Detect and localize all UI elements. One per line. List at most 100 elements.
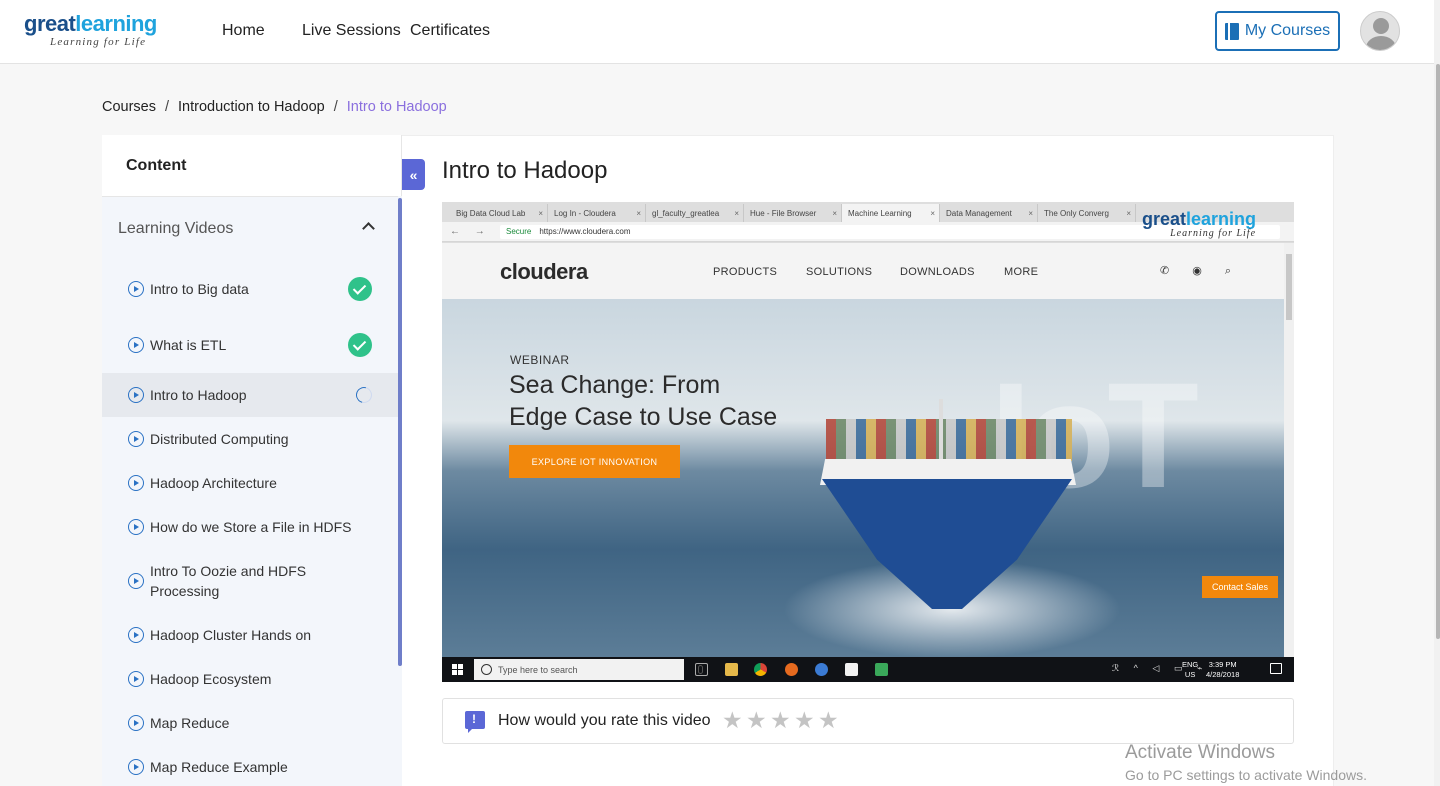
play-circle-icon [128, 431, 144, 447]
breadcrumb-courses[interactable]: Courses [102, 99, 156, 115]
progress-spinner-icon [353, 384, 375, 406]
page-scrollbar-thumb[interactable] [1436, 64, 1440, 639]
sidebar-item-intro-to-big-data[interactable]: Intro to Big data [102, 272, 398, 306]
chevron-up-icon[interactable] [362, 222, 375, 235]
star-5-icon[interactable]: ★ [818, 708, 839, 732]
sidebar-title: Content [126, 157, 187, 174]
logo-word-great: great [24, 11, 76, 36]
ship-containers [826, 419, 1072, 461]
play-circle-icon [128, 519, 144, 535]
recorded-tab: Hue - File Browser × [744, 204, 842, 222]
star-2-icon[interactable]: ★ [746, 708, 767, 732]
sidebar-item-distributed-computing[interactable]: Distributed Computing [102, 429, 398, 449]
breadcrumb-separator: / [333, 99, 338, 115]
nav-live-sessions[interactable]: Live Sessions [302, 22, 401, 40]
play-circle-icon [128, 759, 144, 775]
sidebar-item-hadoop-architecture[interactable]: Hadoop Architecture [102, 473, 398, 493]
video-watermark-logo: greatlearning Learning for Life [1142, 209, 1257, 239]
cloudera-logo: cloudera [500, 259, 588, 284]
sidebar-item-label: Distributed Computing [150, 431, 289, 447]
star-3-icon[interactable]: ★ [770, 708, 791, 732]
recorded-windows-taskbar: Type here to search ℛ ^ ◁ ▭ ⌁ ENG US 3:39… [442, 657, 1294, 682]
my-courses-label: My Courses [1244, 22, 1331, 39]
notes-icon [845, 663, 858, 676]
language-indicator: ENG US [1182, 660, 1199, 679]
site-header-icons: ✆ ◉ ⌕ [1160, 265, 1242, 277]
logo-word-learning: learning [75, 11, 157, 36]
breadcrumb: Courses / Introduction to Hadoop / Intro… [102, 99, 447, 115]
recorded-tab: The Only Converg × [1038, 204, 1136, 222]
nav-home[interactable]: Home [222, 22, 265, 40]
chrome-icon [754, 663, 767, 676]
sidebar-item-label: Intro To Oozie and HDFS Processing [150, 563, 307, 599]
hero-heading: Sea Change: From Edge Case to Use Case [509, 371, 778, 431]
star-4-icon[interactable]: ★ [794, 708, 815, 732]
taskbar-search: Type here to search [474, 659, 703, 680]
user-avatar[interactable] [1360, 11, 1400, 51]
rating-question: How would you rate this video [498, 712, 711, 729]
sidebar-item-label: Hadoop Cluster Hands on [150, 627, 312, 643]
sidebar-item-hadoop-ecosystem[interactable]: Hadoop Ecosystem [102, 669, 398, 689]
sidebar-scrollbar-thumb[interactable] [398, 198, 402, 666]
recorded-tab: Data Management × [940, 204, 1038, 222]
breadcrumb-current: Intro to Hadoop [346, 99, 447, 115]
sidebar-item-map-reduce[interactable]: Map Reduce [102, 713, 398, 733]
site-menu-more: MORE [1004, 266, 1039, 278]
double-chevron-left-icon: « [409, 166, 418, 183]
notification-icon [1270, 663, 1282, 674]
play-circle-icon [128, 573, 144, 589]
video-rating-bar: How would you rate this video ★ ★ ★ ★ ★ [442, 698, 1294, 744]
app-icon [815, 663, 828, 676]
content-sidebar: Content Learning Videos Intro to Big dat… [102, 135, 402, 786]
hero-eyebrow: WEBINAR [510, 353, 570, 367]
hero-banner: IoT WEBINAR Sea Change: From Edge Case t… [442, 299, 1284, 657]
logo-tagline: Learning for Life [50, 36, 147, 48]
feedback-icon [465, 711, 485, 733]
play-circle-icon [128, 627, 144, 643]
play-circle-icon [128, 337, 144, 353]
my-courses-button[interactable]: My Courses [1215, 11, 1340, 51]
contact-sales-button: Contact Sales [1202, 576, 1278, 598]
top-header: greatlearning Learning for Life Home Liv… [0, 0, 1440, 64]
breadcrumb-separator: / [165, 99, 170, 115]
sidebar-item-label: Intro to Hadoop [150, 387, 247, 403]
nav-certificates[interactable]: Certificates [410, 22, 490, 40]
recorded-tab: Big Data Cloud Lab × [450, 204, 548, 222]
firefox-icon [785, 663, 798, 676]
star-1-icon[interactable]: ★ [722, 708, 743, 732]
recorded-tab: Log In - Cloudera × [548, 204, 646, 222]
check-circle-icon [348, 333, 372, 357]
play-circle-icon [128, 281, 144, 297]
section-learning-videos[interactable]: Learning Videos [118, 220, 233, 238]
sidebar-item-label: What is ETL [150, 337, 227, 353]
recorded-url: https://www.cloudera.com [539, 227, 631, 236]
breadcrumb-course[interactable]: Introduction to Hadoop [178, 99, 325, 115]
sidebar-list[interactable]: Learning Videos Intro to Big data What i… [102, 196, 398, 786]
explore-iot-button: EXPLORE IOT INNOVATION [509, 445, 680, 478]
sidebar-item-what-is-etl[interactable]: What is ETL [102, 328, 398, 362]
task-view-icon [695, 663, 708, 676]
sidebar-item-intro-to-hadoop[interactable]: Intro to Hadoop [102, 373, 398, 417]
collapse-sidebar-button[interactable]: « [402, 159, 425, 190]
sidebar-item-map-reduce-example[interactable]: Map Reduce Example [102, 757, 398, 777]
video-title: Intro to Hadoop [442, 157, 608, 184]
sidebar-item-label: Hadoop Ecosystem [150, 671, 272, 687]
app-icon [875, 663, 888, 676]
sidebar-item-label: Intro to Big data [150, 281, 249, 297]
sidebar-item-oozie-hdfs[interactable]: Intro To Oozie and HDFS Processing [102, 561, 398, 601]
site-menu-downloads: DOWNLOADS [900, 266, 975, 278]
sidebar-item-label: How do we Store a File in HDFS [150, 519, 352, 535]
book-icon [1224, 22, 1239, 40]
sidebar-item-hadoop-cluster[interactable]: Hadoop Cluster Hands on [102, 625, 398, 645]
activate-windows-watermark: Activate Windows Go to PC settings to ac… [1125, 742, 1367, 783]
play-circle-icon [128, 475, 144, 491]
sidebar-item-store-file-hdfs[interactable]: How do we Store a File in HDFS [102, 517, 398, 537]
greatlearning-logo[interactable]: greatlearning Learning for Life [24, 11, 184, 49]
windows-start-icon [452, 664, 463, 675]
recorded-tab: gl_faculty_greatlea × [646, 204, 744, 222]
video-player[interactable]: Big Data Cloud Lab × Log In - Cloudera × g… [442, 202, 1294, 682]
check-circle-icon [348, 277, 372, 301]
recorded-tab-active: Machine Learning × [842, 204, 940, 222]
file-explorer-icon [725, 663, 738, 676]
play-circle-icon [128, 671, 144, 687]
